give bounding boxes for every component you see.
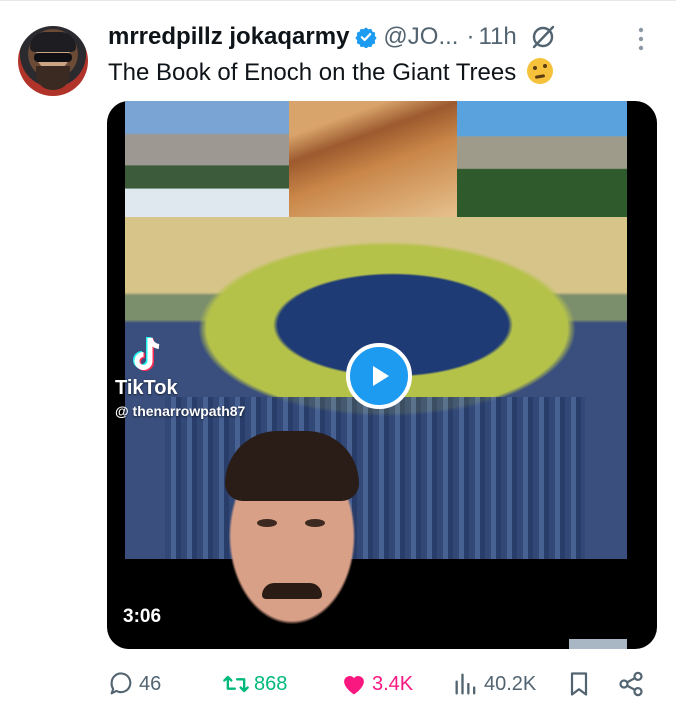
video-media[interactable]: TikTok @ thenarrowpath87 3:06 <box>107 101 657 649</box>
presenter-eye-right <box>305 519 325 527</box>
timestamp[interactable]: 11h <box>478 23 516 51</box>
presenter-hair <box>225 431 359 501</box>
share-button[interactable] <box>617 662 645 706</box>
bookmark-button[interactable] <box>565 662 593 706</box>
tiktok-watermark-user: @ thenarrowpath87 <box>115 403 246 419</box>
heart-icon <box>344 676 364 695</box>
presenter-mustache <box>262 583 322 599</box>
play-button[interactable] <box>346 343 412 409</box>
more-options-icon[interactable] <box>634 26 648 52</box>
tweet-header: mrredpillz jokaqarmy @JO... · 11h <box>108 22 557 52</box>
avatar-cap <box>30 32 76 52</box>
action-bar: 46 868 3.4K 40.2K <box>0 662 676 706</box>
avatar[interactable] <box>18 26 88 96</box>
thinking-face-emoji-icon <box>526 58 553 84</box>
reply-icon <box>110 672 132 695</box>
retweet-icon <box>223 675 249 693</box>
thumbnail-panel-right <box>457 101 627 217</box>
share-icon <box>619 671 643 697</box>
views-button[interactable]: 40.2K <box>452 662 536 706</box>
bookmark-icon <box>570 672 588 696</box>
presenter-eye-left <box>257 519 277 527</box>
tiktok-watermark-brand: TikTok <box>115 377 178 399</box>
views-count: 40.2K <box>484 672 537 695</box>
reply-button[interactable]: 46 <box>107 662 161 706</box>
separator-dot: · <box>466 23 475 50</box>
grok-icon[interactable] <box>529 23 557 51</box>
display-name[interactable]: mrredpillz jokaqarmy <box>108 23 349 51</box>
tiktok-logo-icon <box>133 337 160 371</box>
avatar-beard <box>36 66 70 90</box>
retweet-count: 868 <box>254 672 288 695</box>
views-chart-icon <box>455 673 476 695</box>
verified-badge-icon[interactable] <box>355 26 378 48</box>
like-count: 3.4K <box>372 672 414 695</box>
tweet-text-content: The Book of Enoch on the Giant Trees <box>108 59 517 86</box>
presenter-face <box>217 431 367 649</box>
thumbnail-panel-left <box>125 101 289 217</box>
video-duration: 3:06 <box>123 606 162 627</box>
reply-count: 46 <box>139 672 162 695</box>
play-icon <box>373 366 389 386</box>
corner-strip <box>569 639 627 649</box>
like-button[interactable]: 3.4K <box>340 662 413 706</box>
thumbnail-panel-middle <box>289 101 457 217</box>
avatar-glasses <box>34 53 72 62</box>
top-divider <box>0 0 676 1</box>
tweet-text: The Book of Enoch on the Giant Trees <box>108 58 553 87</box>
user-handle[interactable]: @JO... <box>383 23 458 51</box>
retweet-button[interactable]: 868 <box>222 662 287 706</box>
